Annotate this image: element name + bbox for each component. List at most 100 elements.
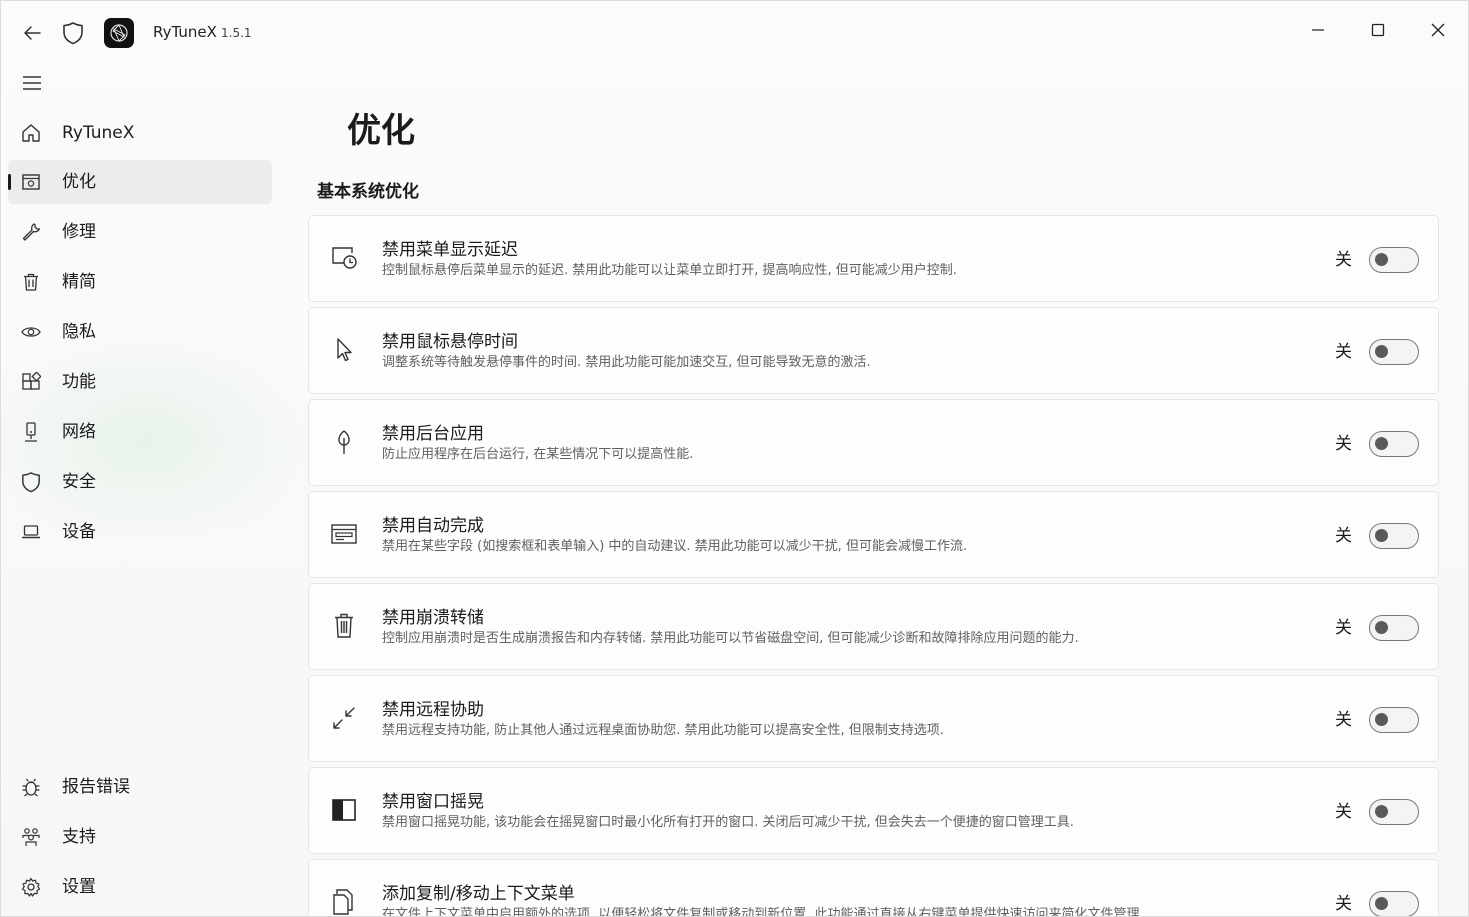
setting-description: 禁用远程支持功能, 防止其他人通过远程桌面协助您. 禁用此功能可以提高安全性, … — [382, 723, 944, 738]
sidebar-item-repair[interactable]: 修理 — [8, 210, 272, 254]
sidebar-item-label: 优化 — [62, 172, 96, 192]
setting-title: 禁用后台应用 — [382, 424, 484, 444]
optimize-icon — [21, 172, 41, 192]
setting-card-mouse-hover-time: 禁用鼠标悬停时间 调整系统等待触发悬停事件的时间. 禁用此功能可能加速交互, 但… — [308, 307, 1439, 394]
app-title: RyTuneX — [153, 23, 217, 41]
toggle-knob — [1375, 897, 1388, 910]
sidebar-item-label: 支持 — [62, 827, 96, 847]
toggle-knob — [1375, 713, 1388, 726]
sidebar-item-label: 设置 — [62, 877, 96, 897]
toggle-knob — [1375, 437, 1388, 450]
toggle-knob — [1375, 345, 1388, 358]
sidebar-item-features[interactable]: 功能 — [8, 360, 272, 404]
hamburger-icon — [23, 76, 41, 90]
eye-icon — [21, 322, 41, 342]
sidebar-item-label: 报告错误 — [62, 777, 130, 797]
toggle-switch[interactable] — [1369, 891, 1419, 916]
sidebar-item-privacy[interactable]: 隐私 — [8, 310, 272, 354]
form-icon — [329, 519, 359, 549]
setting-title: 禁用窗口摇晃 — [382, 792, 484, 812]
toggle-state-label: 关 — [1335, 802, 1352, 822]
toggle-knob — [1375, 805, 1388, 818]
app-logo-icon — [109, 23, 129, 43]
gear-icon — [21, 877, 41, 897]
setting-card-aero-shake: 禁用窗口摇晃 禁用窗口摇晃功能, 该功能会在摇晃窗口时最小化所有打开的窗口. 关… — [308, 767, 1439, 854]
toggle-state-label: 关 — [1335, 710, 1352, 730]
laptop-icon — [21, 522, 41, 542]
setting-description: 调整系统等待触发悬停事件的时间. 禁用此功能可能加速交互, 但可能导致无意的激活… — [382, 355, 871, 370]
shield-button[interactable] — [57, 17, 89, 49]
toggle-knob — [1375, 529, 1388, 542]
sidebar-item-support[interactable]: 支持 — [8, 815, 272, 859]
sidebar-item-settings[interactable]: 设置 — [8, 865, 272, 909]
app-window: RyTuneX 1.5.1 RyTuneX 优化 修理 精简 隐私 功能 网络 … — [0, 0, 1469, 917]
setting-title: 禁用崩溃转储 — [382, 608, 484, 628]
sidebar-item-security[interactable]: 安全 — [8, 460, 272, 504]
sidebar-item-label: 网络 — [62, 422, 96, 442]
sidebar-item-label: RyTuneX — [62, 123, 135, 143]
nav-toggle-button[interactable] — [15, 67, 49, 99]
setting-card-autocomplete: 禁用自动完成 禁用在某些字段 (如搜索框和表单输入) 中的自动建议. 禁用此功能… — [308, 491, 1439, 578]
toggle-switch[interactable] — [1369, 615, 1419, 641]
back-button[interactable] — [15, 17, 49, 49]
page-title: 优化 — [347, 111, 415, 151]
toggle-state-label: 关 — [1335, 894, 1352, 914]
bug-icon — [21, 777, 41, 797]
toggle-switch[interactable] — [1369, 523, 1419, 549]
sidebar-item-network[interactable]: 网络 — [8, 410, 272, 454]
toggle-switch[interactable] — [1369, 339, 1419, 365]
setting-title: 禁用远程协助 — [382, 700, 484, 720]
sidebar-item-label: 功能 — [62, 372, 96, 392]
window-half-icon — [329, 795, 359, 825]
people-icon — [21, 827, 41, 847]
setting-title: 禁用菜单显示延迟 — [382, 240, 518, 260]
toggle-state-label: 关 — [1335, 434, 1352, 454]
sidebar-item-devices[interactable]: 设备 — [8, 510, 272, 554]
setting-description: 控制鼠标悬停后菜单显示的延迟. 禁用此功能可以让菜单立即打开, 提高响应性, 但… — [382, 263, 957, 278]
sidebar-item-label: 隐私 — [62, 322, 96, 342]
toggle-state-label: 关 — [1335, 250, 1352, 270]
selection-indicator — [8, 174, 11, 190]
sidebar-item-debloat[interactable]: 精简 — [8, 260, 272, 304]
setting-card-background-apps: 禁用后台应用 防止应用程序在后台运行, 在某些情况下可以提高性能. 关 — [308, 399, 1439, 486]
setting-card-crash-dump: 禁用崩溃转储 控制应用崩溃时是否生成崩溃报告和内存转储. 禁用此功能可以节省磁盘… — [308, 583, 1439, 670]
back-arrow-icon — [23, 25, 41, 41]
wrench-icon — [21, 222, 41, 242]
minimize-button[interactable] — [1299, 13, 1337, 47]
toggle-switch[interactable] — [1369, 799, 1419, 825]
trash-icon — [21, 272, 41, 292]
apps-icon — [21, 372, 41, 392]
shield-icon — [62, 21, 84, 45]
setting-card-menu-delay: 禁用菜单显示延迟 控制鼠标悬停后菜单显示的延迟. 禁用此功能可以让菜单立即打开,… — [308, 215, 1439, 302]
toggle-state-label: 关 — [1335, 342, 1352, 362]
toggle-knob — [1375, 253, 1388, 266]
setting-description: 防止应用程序在后台运行, 在某些情况下可以提高性能. — [382, 447, 694, 462]
home-icon — [21, 123, 41, 143]
pin-icon — [329, 427, 359, 457]
sidebar-item-report-bug[interactable]: 报告错误 — [8, 765, 272, 809]
sidebar-item-optimize[interactable]: 优化 — [8, 160, 272, 204]
setting-title: 禁用自动完成 — [382, 516, 484, 536]
sidebar-item-label: 安全 — [62, 472, 96, 492]
cursor-icon — [329, 335, 359, 365]
toggle-switch[interactable] — [1369, 707, 1419, 733]
sidebar-item-label: 修理 — [62, 222, 96, 242]
close-button[interactable] — [1419, 13, 1457, 47]
network-tower-icon — [21, 422, 41, 442]
toggle-switch[interactable] — [1369, 247, 1419, 273]
toggle-switch[interactable] — [1369, 431, 1419, 457]
minimize-icon — [1311, 23, 1325, 37]
setting-title: 添加复制/移动上下文菜单 — [382, 884, 575, 904]
sidebar-item-home[interactable]: RyTuneX — [8, 111, 272, 155]
trash-icon — [329, 611, 359, 641]
toggle-state-label: 关 — [1335, 618, 1352, 638]
sidebar-item-label: 精简 — [62, 272, 96, 292]
app-logo — [104, 18, 134, 48]
setting-title: 禁用鼠标悬停时间 — [382, 332, 518, 352]
section-title: 基本系统优化 — [317, 182, 419, 202]
copy-icon — [329, 887, 359, 916]
close-icon — [1431, 23, 1445, 37]
maximize-icon — [1371, 23, 1385, 37]
maximize-button[interactable] — [1359, 13, 1397, 47]
setting-description: 在文件上下文菜单中启用额外的选项, 以便轻松将文件复制或移动到新位置. 此功能通… — [382, 907, 1144, 917]
